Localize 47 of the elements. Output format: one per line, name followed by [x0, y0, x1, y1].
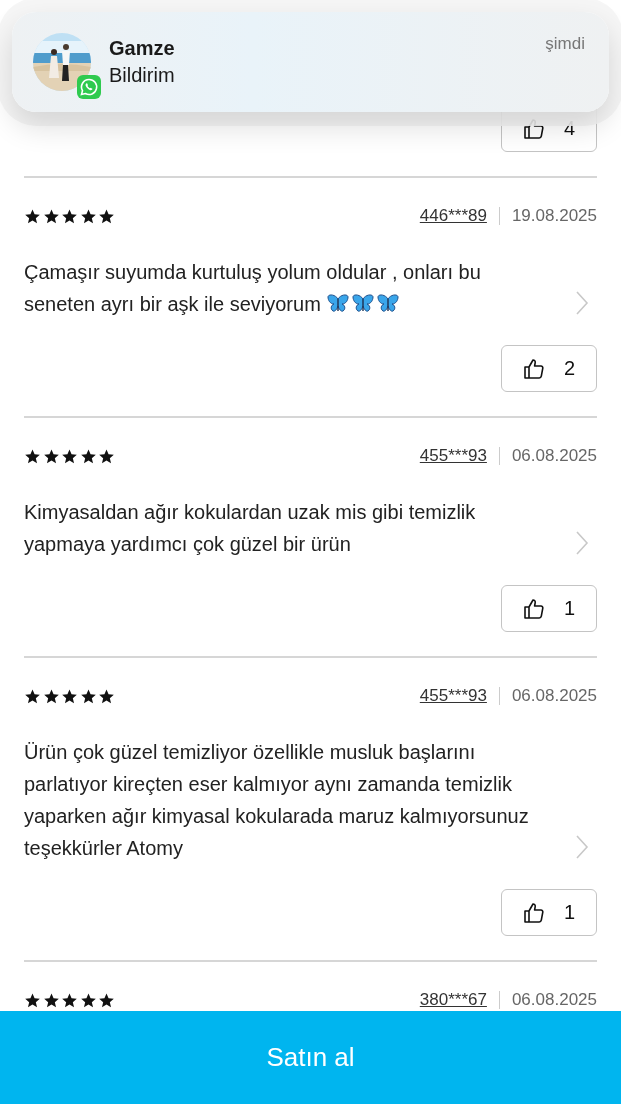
- sender-name: Gamze: [109, 37, 176, 60]
- thumbs-up-icon: [522, 356, 546, 381]
- butterfly-icon: [326, 293, 351, 315]
- star-icon: [79, 687, 97, 705]
- star-icon: [79, 447, 97, 465]
- reviewer-id-link[interactable]: 455***93: [419, 446, 487, 466]
- review-date: 06.08.2025: [511, 686, 597, 706]
- like-button[interactable]: 1: [501, 585, 597, 632]
- star-icon: [61, 447, 78, 465]
- chevron-right-icon: [575, 290, 589, 316]
- star-icon: [42, 991, 60, 1009]
- star-icon: [24, 687, 41, 705]
- star-icon: [79, 991, 97, 1009]
- star-icon: [24, 207, 41, 225]
- star-icon: [98, 991, 115, 1009]
- notification-time: şimdi: [545, 34, 585, 54]
- star-icon: [79, 207, 97, 225]
- like-button[interactable]: 1: [501, 889, 597, 936]
- butterfly-icon: [376, 293, 401, 315]
- star-icon: [61, 207, 78, 225]
- review-text: Ürün çok güzel temizliyor özellikle musluk başlarını parlatıyor kireçten eser kalmıyor aynı zamanda temizlik yaparken ağır kimyasal kokularada maruz kalmıyorsunuz teşekkürler Atomy: [24, 740, 530, 861]
- reviewer-id-link[interactable]: 455***93: [419, 686, 487, 706]
- review-date: 19.08.2025: [511, 206, 597, 226]
- star-icon: [98, 447, 115, 465]
- review-text: Kimyasaldan ağır kokulardan uzak mis gibi temizlik yapmaya yardımcı çok güzel bir ürün: [24, 500, 477, 557]
- butterfly-icon: [351, 293, 376, 315]
- like-button[interactable]: 2: [501, 345, 597, 392]
- star-icon: [24, 991, 41, 1009]
- star-icon: [42, 447, 60, 465]
- chevron-right-icon: [575, 834, 589, 860]
- review-date: 06.08.2025: [511, 990, 597, 1010]
- star-icon: [98, 687, 115, 705]
- thumbs-up-icon: [522, 596, 546, 621]
- star-icon: [24, 447, 41, 465]
- star-icon: [42, 687, 60, 705]
- star-icon: [42, 207, 60, 225]
- whatsapp-badge-icon: [77, 75, 101, 99]
- chevron-right-icon: [575, 530, 589, 556]
- reviewer-id-link[interactable]: 380***67: [419, 990, 487, 1010]
- star-icon: [98, 207, 115, 225]
- thumbs-up-icon: [522, 900, 546, 925]
- star-icon: [61, 991, 78, 1009]
- star-icon: [61, 687, 78, 705]
- notification-message: Bildirim: [109, 64, 176, 87]
- review-date: 06.08.2025: [511, 446, 597, 466]
- review-text: Çamaşır suyumda kurtuluş yolum oldular , onları bu seneten ayrı bir aşk ile seviyorum: [24, 260, 482, 317]
- reviewer-id-link[interactable]: 446***89: [419, 206, 487, 226]
